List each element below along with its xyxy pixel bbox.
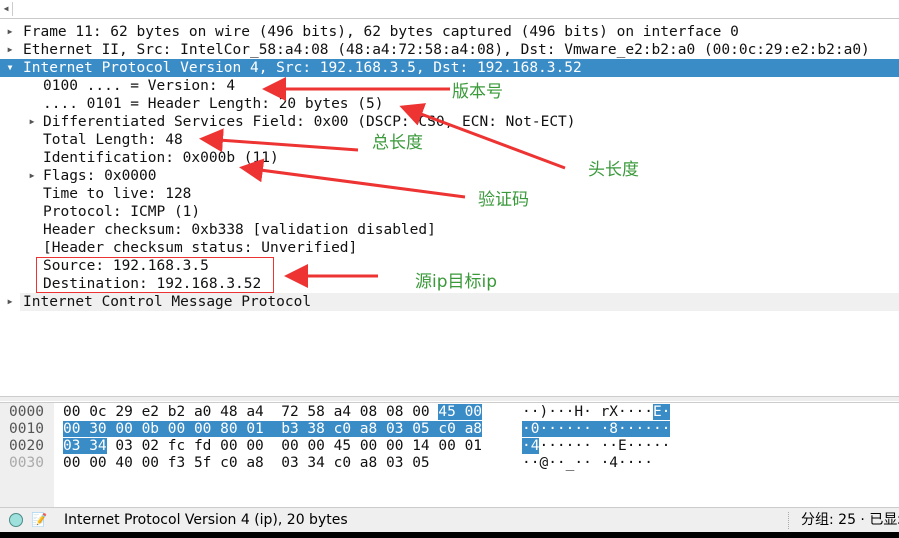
selected-bytes: ·0······ ·8······	[522, 421, 671, 437]
packet-bytes-pane: 0000 00 0c 29 e2 b2 a0 48 a4 72 58 a4 08 …	[0, 402, 899, 507]
selected-bytes: 03 34	[63, 438, 107, 454]
selected-bytes: ·4	[522, 438, 540, 454]
annotation-src-dst: 源ip目标ip	[415, 272, 498, 292]
status-field-info: Internet Protocol Version 4 (ip), 20 byt…	[64, 512, 348, 528]
edit-comment-icon[interactable]: 📝	[31, 508, 47, 533]
annotation-total-length: 总长度	[372, 133, 423, 153]
hex-ascii[interactable]: ··@··_·· ·4····	[522, 455, 653, 472]
hex-offset: 0030	[9, 455, 44, 471]
arrow-header-length	[399, 103, 566, 170]
bytes: ··@··_·· ·4····	[522, 455, 653, 471]
hex-bytes[interactable]: 00 0c 29 e2 b2 a0 48 a4 72 58 a4 08 08 0…	[63, 404, 483, 421]
arrow-checksum	[239, 158, 466, 199]
annotation-version: 版本号	[452, 82, 503, 102]
hex-offset: 0020	[9, 438, 44, 454]
hex-ascii[interactable]: ·0······ ·8······	[522, 421, 671, 438]
bytes: 00 00 40 00 f3 5f c0 a8 03 34 c0 a8 03 0…	[63, 455, 430, 471]
hex-ascii[interactable]: ··)···H· rX····E·	[522, 404, 671, 421]
bytes: 03 02 fc fd 00 00 00 00 45 00 00 14 00 0…	[106, 438, 483, 454]
expert-info-icon[interactable]	[9, 513, 23, 527]
selected-bytes: E·	[652, 404, 671, 420]
annotation-header-length: 头长度	[588, 160, 639, 180]
arrow-total-length	[199, 128, 359, 153]
hex-offset: 0010	[9, 421, 44, 437]
hex-offset: 0000	[9, 404, 44, 420]
status-packet-count: 分组: 25 · 已显示	[801, 512, 899, 528]
pane-splitter[interactable]	[0, 396, 899, 401]
annotation-checksum: 验证码	[478, 190, 529, 210]
selected-bytes: 00 30 00 0b 00 00 80 01 b3 38 c0 a8 03 0…	[63, 421, 483, 437]
hex-bytes[interactable]: 03 34 03 02 fc fd 00 00 00 00 45 00 00 1…	[63, 438, 482, 455]
hex-ascii[interactable]: ·4······ ··E·····	[522, 438, 670, 455]
annotation-arrows	[199, 77, 566, 288]
status-bar: 📝 Internet Protocol Version 4 (ip), 20 b…	[0, 507, 899, 533]
hex-bytes[interactable]: 00 30 00 0b 00 00 80 01 b3 38 c0 a8 03 0…	[63, 421, 483, 438]
bytes: 00 0c 29 e2 b2 a0 48 a4 72 58 a4 08 08 0…	[63, 404, 439, 420]
bytes: ······ ··E·····	[539, 438, 671, 454]
hex-bytes[interactable]: 00 00 40 00 f3 5f c0 a8 03 34 c0 a8 03 0…	[63, 455, 430, 472]
selected-bytes: 45 00	[438, 404, 483, 420]
bytes: ··)···H· rX····	[522, 404, 653, 420]
